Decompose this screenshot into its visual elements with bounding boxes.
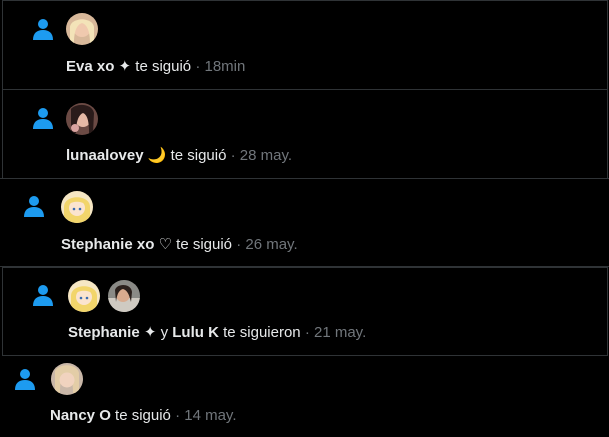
action-text: te siguió [135, 58, 192, 75]
person-icon [15, 369, 35, 390]
notification-item[interactable]: Stephanie xo ♡ te siguió · 26 may. [0, 178, 609, 267]
notification-text: Stephanie ✦ y Lulu K te siguieron · 21 m… [68, 323, 366, 343]
user-name[interactable]: Eva xo ✦ [66, 58, 131, 75]
user-avatar[interactable] [108, 280, 140, 312]
user-name[interactable]: Stephanie ✦ [68, 324, 156, 341]
user-avatar[interactable] [66, 13, 98, 45]
action-text: te siguieron [223, 324, 301, 341]
timestamp[interactable]: · 21 may. [305, 324, 366, 341]
notification-item[interactable]: Nancy O te siguió · 14 may. [0, 356, 609, 437]
person-icon [33, 108, 53, 129]
action-text: te siguió [170, 147, 227, 164]
user-name[interactable]: lunaalovey 🌙 [66, 147, 166, 164]
person-icon [33, 285, 53, 306]
user-avatar[interactable] [61, 191, 93, 223]
timestamp[interactable]: · 28 may. [231, 147, 292, 164]
user-name[interactable]: Nancy O [50, 407, 111, 424]
notification-text: Eva xo ✦ te siguió · 18min [66, 57, 245, 77]
user-name[interactable]: Lulu K [172, 324, 219, 341]
notification-item[interactable]: lunaalovey 🌙 te siguió · 28 may. [2, 89, 608, 179]
conjunction-text: y [160, 324, 169, 341]
timestamp[interactable]: · 18min [195, 58, 245, 75]
notification-text: lunaalovey 🌙 te siguió · 28 may. [66, 146, 292, 166]
notification-text: Stephanie xo ♡ te siguió · 26 may. [61, 235, 298, 255]
timestamp[interactable]: · 14 may. [175, 407, 236, 424]
timestamp[interactable]: · 26 may. [236, 236, 297, 253]
notification-item[interactable]: Stephanie ✦ y Lulu K te siguieron · 21 m… [2, 267, 608, 356]
person-icon [24, 196, 44, 217]
notification-text: Nancy O te siguió · 14 may. [50, 406, 236, 426]
user-name[interactable]: Stephanie xo ♡ [61, 236, 172, 253]
action-text: te siguió [115, 407, 171, 424]
notification-item[interactable]: Eva xo ✦ te siguió · 18min [2, 0, 608, 90]
user-avatar[interactable] [66, 103, 98, 135]
user-avatar[interactable] [68, 280, 100, 312]
action-text: te siguió [176, 236, 233, 253]
user-avatar[interactable] [51, 363, 83, 395]
person-icon [33, 19, 53, 40]
